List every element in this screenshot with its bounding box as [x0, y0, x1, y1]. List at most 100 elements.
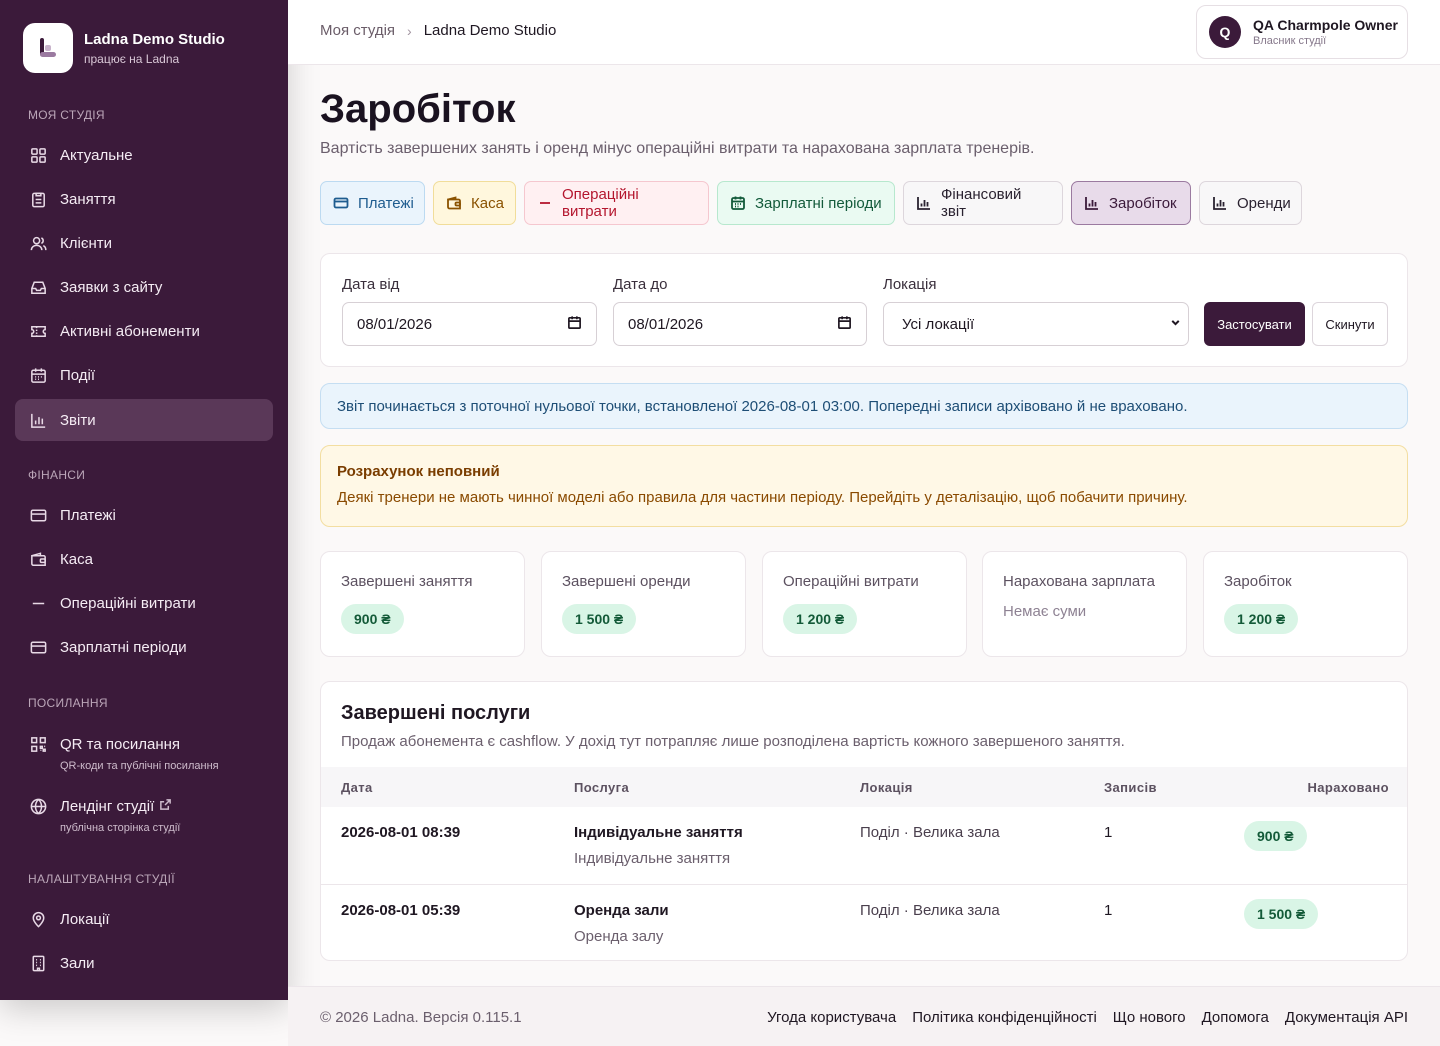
row-count: 1 [1104, 902, 1113, 919]
tab-earnings[interactable]: Заробіток [1071, 181, 1191, 225]
brand[interactable]: Ladna Demo Studio працює на Ladna [23, 23, 225, 73]
user-role: Власник студії [1253, 35, 1327, 47]
sidebar-item-current[interactable]: Актуальне [15, 134, 273, 176]
sidebar-item-cashbox[interactable]: Каса [15, 538, 273, 580]
brand-title: Ladna Demo Studio [84, 30, 225, 48]
sidebar-item-qr[interactable]: QR та посилання QR-коди та публічні поси… [28, 734, 273, 772]
date-from-value: 08/01/2026 [357, 315, 433, 333]
calendar-icon [28, 365, 48, 385]
breadcrumb-studio-link[interactable]: Моя студія [320, 22, 395, 39]
footer-link-privacy[interactable]: Політика конфіденційності [912, 1009, 1097, 1026]
sidebar-item-label: Звіти [60, 411, 96, 429]
sidebar-item-payments[interactable]: Платежі [15, 494, 273, 536]
chevron-down-icon [1169, 316, 1182, 333]
date-to-value: 08/01/2026 [628, 315, 704, 333]
brand-subtitle: працює на Ladna [84, 51, 180, 66]
sidebar-item-reports[interactable]: Звіти [15, 399, 273, 441]
table-row[interactable]: 2026-08-01 05:39 Оренда зали Оренда залу… [321, 884, 1407, 960]
card-icon [28, 505, 48, 525]
tab-payments[interactable]: Платежі [320, 181, 425, 225]
sidebar-item-label: Платежі [60, 506, 116, 524]
sidebar-item-expenses[interactable]: Операційні витрати [15, 582, 273, 624]
sidebar-item-label: Події [60, 366, 96, 384]
chart-icon [1084, 195, 1100, 211]
row-service: Оренда зали Оренда залу [574, 902, 669, 945]
stat-card-expenses: Операційні витрати 1 200 ₴ [762, 551, 967, 657]
breadcrumb-current: Ladna Demo Studio [423, 22, 557, 39]
tab-payroll[interactable]: Зарплатні періоди [717, 181, 895, 225]
footer-link-help[interactable]: Допомога [1202, 1009, 1269, 1026]
stat-label: Нарахована зарплата [1003, 573, 1155, 590]
inbox-icon [28, 277, 48, 297]
location-select[interactable]: Усі локації [883, 302, 1189, 346]
tab-rentals[interactable]: Оренди [1199, 181, 1302, 225]
tab-financial-report[interactable]: Фінансовий звіт [903, 181, 1063, 225]
user-menu[interactable]: Q QA Charmpole Owner Власник студії [1196, 5, 1408, 59]
page-subtitle: Вартість завершених занять і оренд мінус… [320, 140, 1035, 157]
footer-link-whats-new[interactable]: Що нового [1113, 1009, 1186, 1026]
filter-panel: Дата від 08/01/2026 Дата до 08/01/2026 Л… [320, 253, 1408, 367]
card-icon [28, 637, 48, 657]
stat-value: 1 500 ₴ [562, 604, 637, 634]
sidebar-item-landing[interactable]: Лендінг студії публічна сторінка студії [28, 796, 273, 834]
sidebar-item-label: Заняття [60, 190, 116, 208]
amount-pill: 900 ₴ [1244, 821, 1307, 851]
minus-icon [537, 195, 553, 211]
section-finance: Фінанси [28, 468, 86, 482]
brand-logo [23, 23, 73, 73]
column-header-service: Послуга [574, 780, 630, 795]
calendar-icon[interactable] [837, 315, 852, 334]
pin-icon [28, 909, 48, 929]
column-header-location: Локація [860, 780, 913, 795]
footer-link-terms[interactable]: Угода користувача [767, 1009, 896, 1026]
tab-label: Операційні витрати [562, 186, 639, 220]
calendar-icon[interactable] [567, 315, 582, 334]
sidebar-item-halls[interactable]: Зали [15, 942, 273, 984]
stat-card-completed-rentals: Завершені оренди 1 500 ₴ [541, 551, 746, 657]
sidebar-item-subscriptions[interactable]: Активні абонементи [15, 310, 273, 352]
sidebar-item-classes[interactable]: Заняття [15, 178, 273, 220]
sidebar-item-sublabel: QR-коди та публічні посилання [60, 760, 219, 772]
sidebar-item-events[interactable]: Події [15, 354, 273, 396]
sidebar-item-label: Лендінг студії [60, 797, 155, 815]
stat-value: 1 200 ₴ [783, 604, 858, 634]
report-tabs: Платежі Каса Операційні витрати Зарплатн… [320, 181, 1302, 225]
section-settings: Налаштування студії [28, 872, 175, 886]
copyright: © 2026 Ladna. Версія 0.115.1 [320, 1009, 522, 1026]
sidebar-item-payroll[interactable]: Зарплатні періоди [15, 626, 273, 668]
tab-expenses[interactable]: Операційні витрати [524, 181, 709, 225]
sidebar-item-clients[interactable]: Клієнти [15, 222, 273, 264]
tab-cashbox[interactable]: Каса [433, 181, 516, 225]
table-row[interactable]: 2026-08-01 08:39 Індивідуальне заняття І… [321, 807, 1407, 884]
section-links: Посилання [28, 696, 108, 710]
stat-card-payroll: Нарахована зарплата Немає суми [982, 551, 1187, 657]
apply-button[interactable]: Застосувати [1204, 302, 1305, 346]
date-from-input[interactable]: 08/01/2026 [342, 302, 597, 346]
sidebar-item-site-requests[interactable]: Заявки з сайту [15, 266, 273, 308]
reset-button[interactable]: Скинути [1312, 302, 1388, 346]
sidebar-item-label: Актуальне [60, 146, 133, 164]
building-icon [28, 953, 48, 973]
column-header-date: Дата [341, 780, 373, 795]
sidebar: Ladna Demo Studio працює на Ladna Моя ст… [0, 0, 288, 1000]
stat-card-completed-classes: Завершені заняття 900 ₴ [320, 551, 525, 657]
warning-banner: Розрахунок неповний Деякі тренери не маю… [320, 445, 1408, 527]
calendar-icon [730, 195, 746, 211]
stat-value: 1 200 ₴ [1224, 604, 1299, 634]
date-from-label: Дата від [342, 276, 400, 293]
date-to-input[interactable]: 08/01/2026 [613, 302, 867, 346]
service-name: Оренда зали [574, 902, 669, 919]
sidebar-item-sublabel: публічна сторінка студії [60, 822, 181, 834]
stat-value: Немає суми [1003, 603, 1087, 620]
sidebar-item-locations[interactable]: Локації [15, 898, 273, 940]
chart-icon [1212, 195, 1228, 211]
sidebar-item-label: Каса [60, 550, 93, 568]
tab-label: Каса [471, 194, 504, 212]
footer: © 2026 Ladna. Версія 0.115.1 Угода корис… [288, 986, 1440, 1046]
footer-link-api-docs[interactable]: Документація API [1285, 1009, 1408, 1026]
location-label: Локація [883, 276, 937, 293]
column-header-count: Записів [1104, 780, 1157, 795]
sidebar-item-label: Зали [60, 954, 95, 972]
breadcrumb: Моя студія › Ladna Demo Studio [320, 22, 556, 39]
footer-links: Угода користувача Політика конфіденційно… [767, 1009, 1408, 1026]
